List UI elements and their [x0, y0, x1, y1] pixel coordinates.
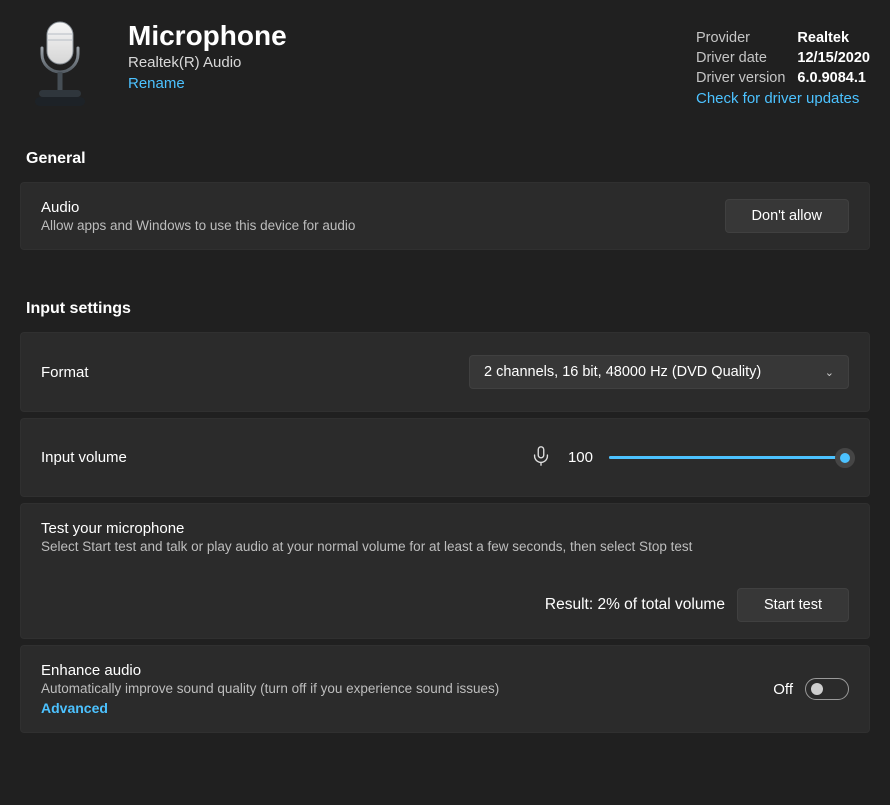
test-result: Result: 2% of total volume: [545, 596, 725, 614]
device-title: Microphone: [128, 20, 287, 52]
slider-thumb[interactable]: [835, 448, 855, 468]
section-input: Input settings: [26, 300, 870, 318]
toggle-knob: [811, 683, 823, 695]
volume-controls: 100: [530, 445, 849, 470]
provider-label: Provider: [696, 30, 785, 46]
driver-date-label: Driver date: [696, 50, 785, 66]
advanced-link[interactable]: Advanced: [41, 700, 108, 716]
test-card: Test your microphone Select Start test a…: [20, 503, 870, 639]
volume-slider[interactable]: [609, 446, 849, 470]
volume-value: 100: [568, 449, 593, 466]
driver-version-value: 6.0.9084.1: [797, 70, 870, 86]
header-left: Microphone Realtek(R) Audio Rename: [20, 20, 287, 110]
driver-date-value: 12/15/2020: [797, 50, 870, 66]
test-desc: Select Start test and talk or play audio…: [41, 539, 849, 554]
dont-allow-button[interactable]: Don't allow: [725, 199, 849, 233]
volume-title: Input volume: [41, 449, 127, 466]
format-card: Format 2 channels, 16 bit, 48000 Hz (DVD…: [20, 332, 870, 412]
test-title: Test your microphone: [41, 520, 849, 537]
enhance-toggle[interactable]: [805, 678, 849, 700]
provider-value: Realtek: [797, 30, 870, 46]
driver-info: Provider Realtek Driver date 12/15/2020 …: [696, 20, 870, 107]
format-value: 2 channels, 16 bit, 48000 Hz (DVD Qualit…: [484, 364, 761, 380]
enhance-toggle-label: Off: [773, 681, 793, 698]
microphone-small-icon[interactable]: [530, 445, 552, 470]
audio-desc: Allow apps and Windows to use this devic…: [41, 218, 355, 233]
chevron-down-icon: ⌄: [825, 366, 834, 379]
device-subtitle: Realtek(R) Audio: [128, 54, 287, 71]
format-dropdown[interactable]: 2 channels, 16 bit, 48000 Hz (DVD Qualit…: [469, 355, 849, 389]
format-title: Format: [41, 364, 89, 381]
device-info: Microphone Realtek(R) Audio Rename: [128, 20, 287, 110]
audio-title: Audio: [41, 199, 355, 216]
enhance-card: Enhance audio Automatically improve soun…: [20, 645, 870, 733]
microphone-icon: [20, 20, 100, 110]
enhance-title: Enhance audio: [41, 662, 499, 679]
volume-card: Input volume 100: [20, 418, 870, 497]
enhance-toggle-wrap: Off: [773, 678, 849, 700]
driver-version-label: Driver version: [696, 70, 785, 86]
check-updates-link[interactable]: Check for driver updates: [696, 90, 870, 107]
test-result-row: Result: 2% of total volume Start test: [41, 588, 849, 622]
audio-card: Audio Allow apps and Windows to use this…: [20, 182, 870, 250]
audio-text: Audio Allow apps and Windows to use this…: [41, 199, 355, 233]
device-header: Microphone Realtek(R) Audio Rename Provi…: [20, 20, 870, 110]
enhance-desc: Automatically improve sound quality (tur…: [41, 681, 499, 696]
rename-link[interactable]: Rename: [128, 75, 185, 92]
enhance-text: Enhance audio Automatically improve soun…: [41, 662, 499, 716]
section-general: General: [26, 150, 870, 168]
start-test-button[interactable]: Start test: [737, 588, 849, 622]
